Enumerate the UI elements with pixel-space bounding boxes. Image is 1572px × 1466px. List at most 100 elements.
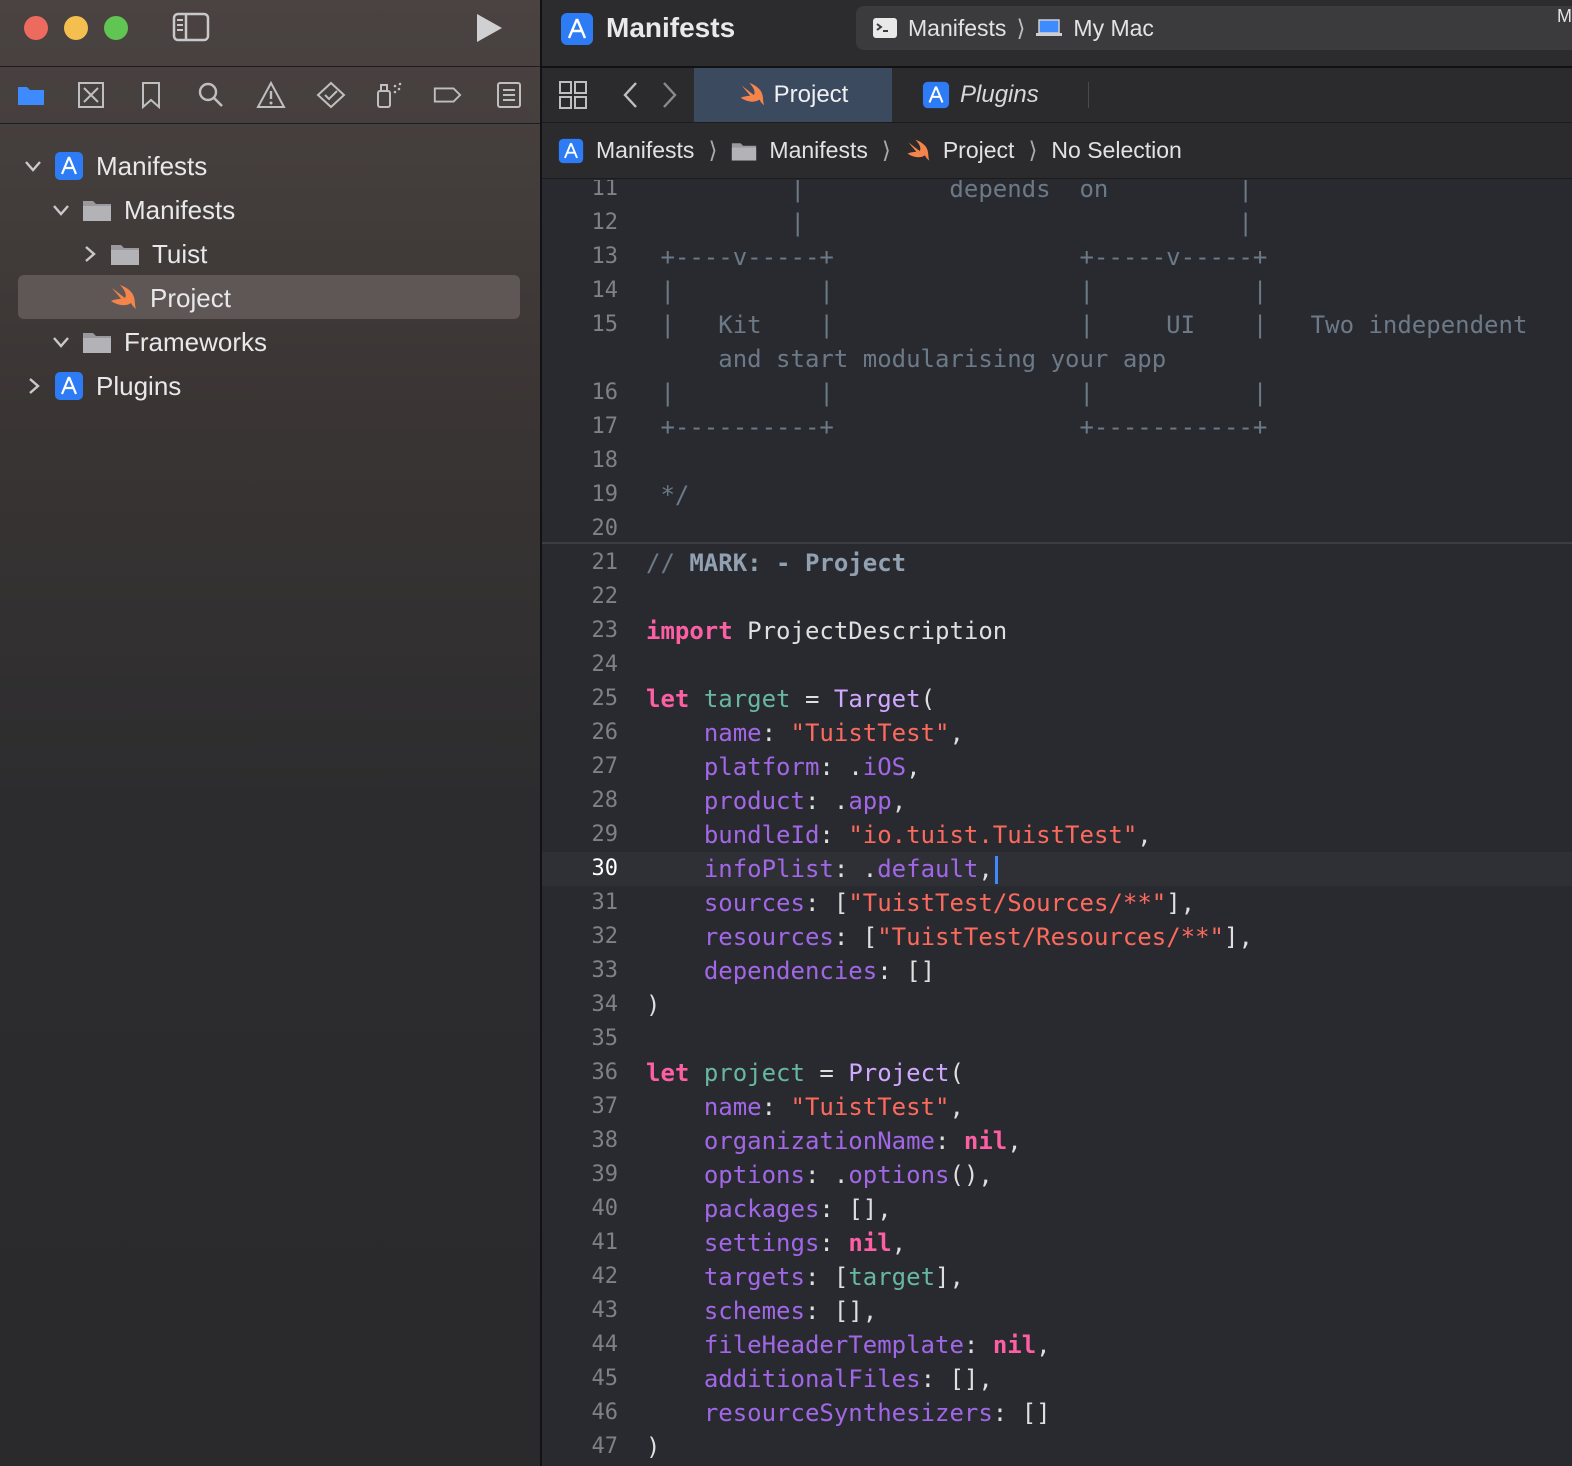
find-navigator-search-icon[interactable] [196, 81, 226, 109]
report-navigator-icon[interactable] [494, 81, 524, 109]
code-text[interactable]: */ [646, 478, 689, 512]
code-text[interactable]: name: "TuistTest", [646, 716, 964, 750]
source-code-editor[interactable]: 11 | depends on | 12 | | 13 +----v-----+ +… [542, 180, 1572, 1466]
breadcrumb-item-project[interactable]: Manifests [596, 137, 694, 164]
code-line[interactable]: 40 packages: [], [542, 1192, 1572, 1226]
code-line[interactable]: 35 [542, 1022, 1572, 1056]
code-line[interactable]: 19 */ [542, 478, 1572, 512]
close-window-button[interactable] [24, 16, 48, 40]
code-text[interactable]: import ProjectDescription [646, 614, 1007, 648]
code-text[interactable]: +----------+ +-----------+ [646, 410, 1267, 444]
chevron-down-icon[interactable] [50, 331, 72, 353]
code-line[interactable]: 21 // MARK: - Project [542, 546, 1572, 580]
code-text[interactable]: | | [646, 206, 1252, 240]
code-text[interactable]: +----v-----+ +-----v-----+ [646, 240, 1267, 274]
tree-item-project-file[interactable]: Project [108, 276, 231, 320]
code-text[interactable]: and start modularising your app [646, 342, 1166, 376]
breakpoint-navigator-icon[interactable] [432, 81, 462, 109]
minimize-window-button[interactable] [64, 16, 88, 40]
code-line[interactable]: 38 organizationName: nil, [542, 1124, 1572, 1158]
tab-project[interactable]: Project [694, 68, 892, 122]
code-line[interactable]: 15 | Kit | | UI | Two independent [542, 308, 1572, 342]
code-text[interactable]: dependencies: [] [646, 954, 935, 988]
code-text[interactable]: | | | | [646, 274, 1267, 308]
code-text[interactable]: product: .app, [646, 784, 906, 818]
tree-item-manifests-project[interactable]: Manifests [22, 144, 207, 188]
scheme-name[interactable]: Manifests [908, 15, 1006, 42]
breadcrumb-item-folder[interactable]: Manifests [769, 137, 867, 164]
code-line[interactable]: 45 additionalFiles: [], [542, 1362, 1572, 1396]
code-line[interactable]: 13 +----v-----+ +-----v-----+ [542, 240, 1572, 274]
sidebar-toggle-icon[interactable] [172, 12, 210, 42]
code-text[interactable]: // MARK: - Project [646, 546, 906, 580]
bookmark-navigator-icon[interactable] [136, 81, 166, 109]
code-line[interactable]: 28 product: .app, [542, 784, 1572, 818]
code-line[interactable]: 27 platform: .iOS, [542, 750, 1572, 784]
code-text[interactable]: options: .options(), [646, 1158, 993, 1192]
code-line[interactable]: 16 | | | | [542, 376, 1572, 410]
code-line[interactable]: 29 bundleId: "io.tuist.TuistTest", [542, 818, 1572, 852]
code-line[interactable]: 11 | depends on | [542, 180, 1572, 206]
code-text[interactable]: infoPlist: .default, [646, 852, 998, 886]
chevron-right-icon[interactable] [78, 243, 100, 265]
code-text[interactable]: sources: ["TuistTest/Sources/**"], [646, 886, 1195, 920]
code-text[interactable]: | Kit | | UI | Two independent [646, 308, 1527, 342]
source-control-navigator-icon[interactable] [76, 81, 106, 109]
issue-navigator-warning-icon[interactable] [256, 81, 286, 109]
tab-plugins[interactable]: Plugins [922, 68, 1092, 122]
code-text[interactable]: bundleId: "io.tuist.TuistTest", [646, 818, 1152, 852]
code-line[interactable]: 24 [542, 648, 1572, 682]
code-line[interactable]: 31 sources: ["TuistTest/Sources/**"], [542, 886, 1572, 920]
code-line[interactable]: 25 let target = Target( [542, 682, 1572, 716]
code-line[interactable]: 12 | | [542, 206, 1572, 240]
code-text[interactable]: resourceSynthesizers: [] [646, 1396, 1051, 1430]
code-line[interactable]: and start modularising your app [542, 342, 1572, 376]
chevron-right-icon[interactable] [658, 80, 680, 110]
tree-item-plugins-project[interactable]: Plugins [22, 364, 181, 408]
code-text[interactable]: packages: [], [646, 1192, 892, 1226]
code-text[interactable]: ) [646, 988, 660, 1022]
code-text[interactable]: | | | | [646, 376, 1267, 410]
code-line[interactable]: 37 name: "TuistTest", [542, 1090, 1572, 1124]
code-text[interactable]: ) [646, 1430, 660, 1464]
code-line[interactable]: 46 resourceSynthesizers: [] [542, 1396, 1572, 1430]
code-line[interactable]: 42 targets: [target], [542, 1260, 1572, 1294]
code-line[interactable]: 18 [542, 444, 1572, 478]
code-text[interactable]: name: "TuistTest", [646, 1090, 964, 1124]
chevron-left-icon[interactable] [620, 80, 642, 110]
code-line[interactable]: 43 schemes: [], [542, 1294, 1572, 1328]
breadcrumb-item-file[interactable]: Project [943, 137, 1015, 164]
code-text[interactable]: schemes: [], [646, 1294, 877, 1328]
code-line[interactable]: 26 name: "TuistTest", [542, 716, 1572, 750]
code-line[interactable]: 34) [542, 988, 1572, 1022]
code-text[interactable]: resources: ["TuistTest/Resources/**"], [646, 920, 1253, 954]
code-text[interactable]: settings: nil, [646, 1226, 906, 1260]
run-destination[interactable]: My Mac [1073, 15, 1154, 42]
code-line[interactable]: 17 +----------+ +-----------+ [542, 410, 1572, 444]
chevron-down-icon[interactable] [50, 199, 72, 221]
test-navigator-diamond-icon[interactable] [316, 81, 346, 109]
code-line[interactable]: 44 fileHeaderTemplate: nil, [542, 1328, 1572, 1362]
debug-navigator-spray-icon[interactable] [374, 81, 404, 109]
related-items-grid-icon[interactable] [558, 80, 588, 110]
chevron-down-icon[interactable] [22, 155, 44, 177]
tree-item-manifests-folder[interactable]: Manifests [50, 188, 235, 232]
code-text[interactable]: let target = Target( [646, 682, 935, 716]
code-text[interactable]: platform: .iOS, [646, 750, 921, 784]
code-line[interactable]: 20 [542, 512, 1572, 546]
tree-item-tuist-folder[interactable]: Tuist [78, 232, 207, 276]
code-line[interactable]: 33 dependencies: [] [542, 954, 1572, 988]
code-line[interactable]: 23 import ProjectDescription [542, 614, 1572, 648]
scheme-selector[interactable]: Manifests ⟩ My Mac [856, 6, 1572, 50]
code-text[interactable]: let project = Project( [646, 1056, 964, 1090]
breadcrumb-item-symbol[interactable]: No Selection [1051, 137, 1181, 164]
code-text[interactable]: targets: [target], [646, 1260, 964, 1294]
code-line[interactable]: 36 let project = Project( [542, 1056, 1572, 1090]
code-line[interactable]: 47) [542, 1430, 1572, 1464]
project-navigator-folder-icon[interactable] [16, 81, 46, 109]
code-line[interactable]: 14 | | | | [542, 274, 1572, 308]
tree-item-frameworks-folder[interactable]: Frameworks [50, 320, 267, 364]
run-button-icon[interactable] [474, 12, 504, 44]
code-text[interactable]: organizationName: nil, [646, 1124, 1022, 1158]
code-line[interactable]: 32 resources: ["TuistTest/Resources/**"]… [542, 920, 1572, 954]
